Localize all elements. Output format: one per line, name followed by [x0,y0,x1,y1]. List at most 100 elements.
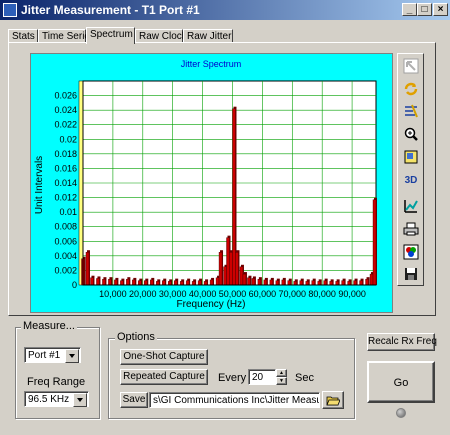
bar [293,281,297,286]
x-tick-label: 30,000 [159,289,187,299]
y-tick-label: 0.014 [54,178,77,188]
y-tick-label: 0.008 [54,222,77,232]
bar [232,108,236,286]
close-button[interactable]: × [433,3,448,16]
bar [197,280,202,286]
bar [203,281,208,286]
bar [209,279,214,286]
bar [185,280,190,286]
bar [275,280,280,286]
maximize-button[interactable]: □ [417,3,432,16]
y-tick-label: 0.01 [59,207,77,217]
bar [223,266,227,286]
bar [287,280,291,286]
y-axis-label: Unit Intervals [34,156,45,214]
save-disk-icon[interactable] [402,265,420,283]
bar [235,252,239,286]
chevron-down-icon[interactable] [73,393,87,407]
tab-time-series[interactable]: Time Series [38,29,95,43]
bar [226,237,230,286]
bar [247,277,251,286]
bar [341,280,345,286]
pointer-arrow-icon[interactable] [402,57,420,75]
stepper-down-icon[interactable]: ▼ [276,377,287,385]
bar [108,278,112,286]
chart-toolbar: 3D [397,53,424,286]
refresh-icon[interactable] [402,80,420,98]
x-tick-label: 90,000 [338,289,366,299]
y-tick-label: 0.006 [54,236,77,246]
recalc-rx-freq-button[interactable]: Recalc Rx Freq [367,333,437,351]
bar [132,279,136,286]
bar [96,278,100,286]
tab-raw-jitter[interactable]: Raw Jitter [183,29,233,43]
chart-svg: Jitter Spectrum Frequency (Hz) Unit Inte… [34,59,378,310]
bar [90,277,94,286]
bar [150,279,154,286]
tab-raw-clock[interactable]: Raw Clock [135,29,187,43]
palette-icon[interactable] [402,243,420,261]
title-bar: Jitter Measurement - T1 Port #1 _ □ × [0,0,450,20]
gallery-icon[interactable] [402,148,420,166]
bar [317,281,321,286]
y-tick-label: 0.02 [59,134,77,144]
chart-type-icon[interactable] [402,197,420,215]
plot-area: 0 0.002 0.004 0.006 0.008 0.01 0.012 0.014 0.016… [54,80,378,299]
x-tick-label: 20,000 [129,289,157,299]
tab-spectrum[interactable]: Spectrum [86,27,135,44]
minimize-button[interactable]: _ [402,3,417,16]
y-tick-label: 0.026 [54,91,77,101]
bar [215,277,220,286]
bar [251,278,256,286]
bar [126,278,130,286]
tab-stats[interactable]: Stats [8,29,38,43]
bar [239,266,244,286]
plot-wall [78,80,84,286]
go-button[interactable]: Go [367,361,435,403]
bar [144,280,148,286]
bar [156,281,160,286]
y-tick-label: 0.002 [54,265,77,275]
status-indicator [396,408,406,418]
bar [299,280,303,286]
freq-range-select[interactable]: 96.5 KHz [24,391,89,407]
y-tick-label: 0 [72,280,77,290]
app-icon [3,3,17,17]
axis-edit-icon[interactable] [402,102,420,120]
chevron-down-icon[interactable] [65,349,79,363]
bar [329,281,333,286]
print-icon[interactable] [402,220,420,238]
save-path-field[interactable]: s\GI Communications Inc\Jitter Measureme… [149,392,320,408]
three-d-icon[interactable]: 3D [402,171,420,189]
bar [305,281,309,286]
x-tick-label: 10,000 [99,289,127,299]
bar [179,281,184,286]
bar [335,281,339,286]
bar [311,280,315,286]
stepper-up-icon[interactable]: ▲ [276,369,287,377]
every-label: Every [218,372,247,384]
sec-label: Sec [295,372,314,384]
y-tick-label: 0.016 [54,163,77,173]
x-tick-label: 40,000 [189,289,217,299]
x-tick-label: 60,000 [249,289,277,299]
open-folder-icon[interactable] [322,391,344,409]
bar [365,278,369,286]
bar [168,281,172,286]
port-select[interactable]: Port #1 [24,347,81,363]
port-select-value: Port #1 [28,350,61,361]
bar [263,279,268,286]
one-shot-capture-button[interactable]: One-Shot Capture [120,349,208,365]
bar [242,273,247,286]
bar [173,280,178,286]
interval-input[interactable]: 20 [248,369,276,385]
zoom-icon[interactable] [402,125,420,143]
save-button[interactable]: Save [120,392,148,408]
bar [359,280,363,286]
freq-range-label: Freq Range [27,376,86,388]
bar [120,280,124,286]
repeated-capture-button[interactable]: Repeated Capture [120,369,208,385]
bar [257,278,262,286]
bar [353,280,357,286]
measure-group-label: Measure... [21,320,77,332]
